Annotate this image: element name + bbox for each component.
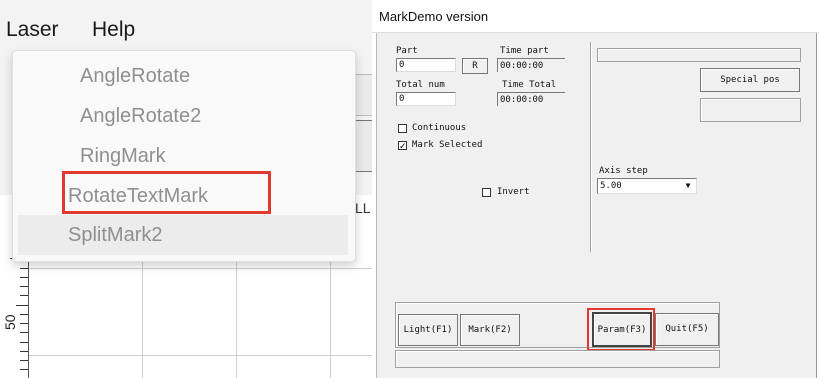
menu-help[interactable]: Help xyxy=(92,18,135,42)
time-part-label: Time part xyxy=(500,46,549,56)
axis-step-value: 5.00 xyxy=(600,181,622,191)
time-total-label: Time Total xyxy=(502,80,557,90)
special-pos-button[interactable]: Special pos xyxy=(700,68,800,92)
continuous-checkbox[interactable] xyxy=(398,124,407,133)
mark-selected-label: Mark Selected xyxy=(412,140,483,150)
dialog-title: MarkDemo version xyxy=(379,9,489,24)
ruler-fragment: LL xyxy=(355,200,371,216)
annotation-highlight-box xyxy=(62,171,271,214)
ruler-label: 50 xyxy=(2,314,18,330)
reset-r-button[interactable]: R xyxy=(462,58,488,74)
laser-dropdown-menu: AngleRotate AngleRotate2 RingMark Rotate… xyxy=(12,50,356,262)
part-field[interactable]: 0 xyxy=(396,58,456,72)
grid-line xyxy=(28,355,372,356)
time-part-value: 00:00:00 xyxy=(497,58,565,72)
special-pos-display xyxy=(700,98,801,122)
time-total-value: 00:00:00 xyxy=(497,92,565,106)
continuous-label: Continuous xyxy=(412,123,467,133)
total-num-label: Total num xyxy=(396,80,445,90)
vertical-ruler: 50 xyxy=(0,250,29,378)
axis-step-label: Axis step xyxy=(599,166,648,176)
part-label: Part xyxy=(396,46,418,56)
status-frame xyxy=(597,48,801,62)
total-num-field[interactable]: 0 xyxy=(396,92,456,106)
ruler-tick xyxy=(20,323,28,324)
light-button[interactable]: Light(F1) xyxy=(398,314,458,346)
menu-item-anglerotate[interactable]: AngleRotate xyxy=(13,56,343,96)
mark-button[interactable]: Mark(F2) xyxy=(460,314,520,346)
ruler-tick xyxy=(20,351,28,352)
ruler-tick xyxy=(20,332,28,333)
grid-line xyxy=(28,268,372,269)
menu-item-splitmark2[interactable]: SplitMark2 xyxy=(18,215,348,255)
progress-frame xyxy=(395,350,720,368)
dialog-titlebar[interactable]: MarkDemo version xyxy=(372,0,819,33)
ruler-tick xyxy=(20,277,28,278)
ruler-tick xyxy=(20,342,28,343)
mark-selected-checkbox[interactable]: ✓ xyxy=(398,141,407,151)
quit-button[interactable]: Quit(F5) xyxy=(655,313,719,346)
ruler-tick xyxy=(16,305,28,306)
invert-label: Invert xyxy=(497,187,530,197)
axis-step-select[interactable]: 5.00 ▼ xyxy=(597,178,697,194)
ruler-tick xyxy=(20,268,28,269)
menu-item-anglerotate2[interactable]: AngleRotate2 xyxy=(13,96,343,136)
menu-bar: Laser Help xyxy=(0,0,372,50)
chevron-down-icon[interactable]: ▼ xyxy=(682,181,694,191)
ruler-tick xyxy=(20,295,28,296)
menu-item-ringmark[interactable]: RingMark xyxy=(13,136,343,176)
ruler-tick xyxy=(20,369,28,370)
invert-checkbox[interactable] xyxy=(482,188,491,197)
ruler-tick xyxy=(20,286,28,287)
ruler-tick xyxy=(20,314,28,315)
menu-laser[interactable]: Laser xyxy=(6,18,59,42)
section-separator xyxy=(590,42,592,252)
ruler-tick xyxy=(20,360,28,361)
annotation-highlight-box xyxy=(587,308,655,351)
